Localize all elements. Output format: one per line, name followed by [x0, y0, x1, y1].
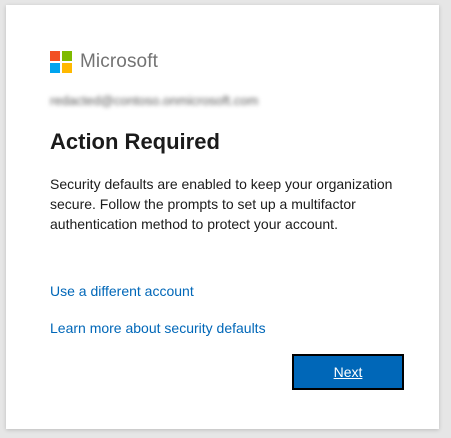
logo-red-square: [50, 50, 60, 61]
microsoft-logo: Microsoft: [50, 50, 158, 73]
logo-blue-square: [50, 62, 60, 73]
learn-more-security-defaults-link[interactable]: Learn more about security defaults: [50, 320, 266, 336]
sign-in-card: Microsoft redacted@contoso.onmicrosoft.c…: [6, 5, 439, 429]
logo-yellow-square: [62, 62, 72, 73]
account-identifier: redacted@contoso.onmicrosoft.com: [50, 93, 259, 108]
microsoft-logo-icon: [50, 50, 72, 73]
logo-wordmark: Microsoft: [80, 50, 158, 72]
page-title: Action Required: [50, 129, 220, 154]
page-description: Security defaults are enabled to keep yo…: [50, 176, 393, 232]
logo-green-square: [62, 50, 72, 61]
use-different-account-link[interactable]: Use a different account: [50, 283, 194, 299]
next-button[interactable]: Next: [292, 354, 404, 390]
